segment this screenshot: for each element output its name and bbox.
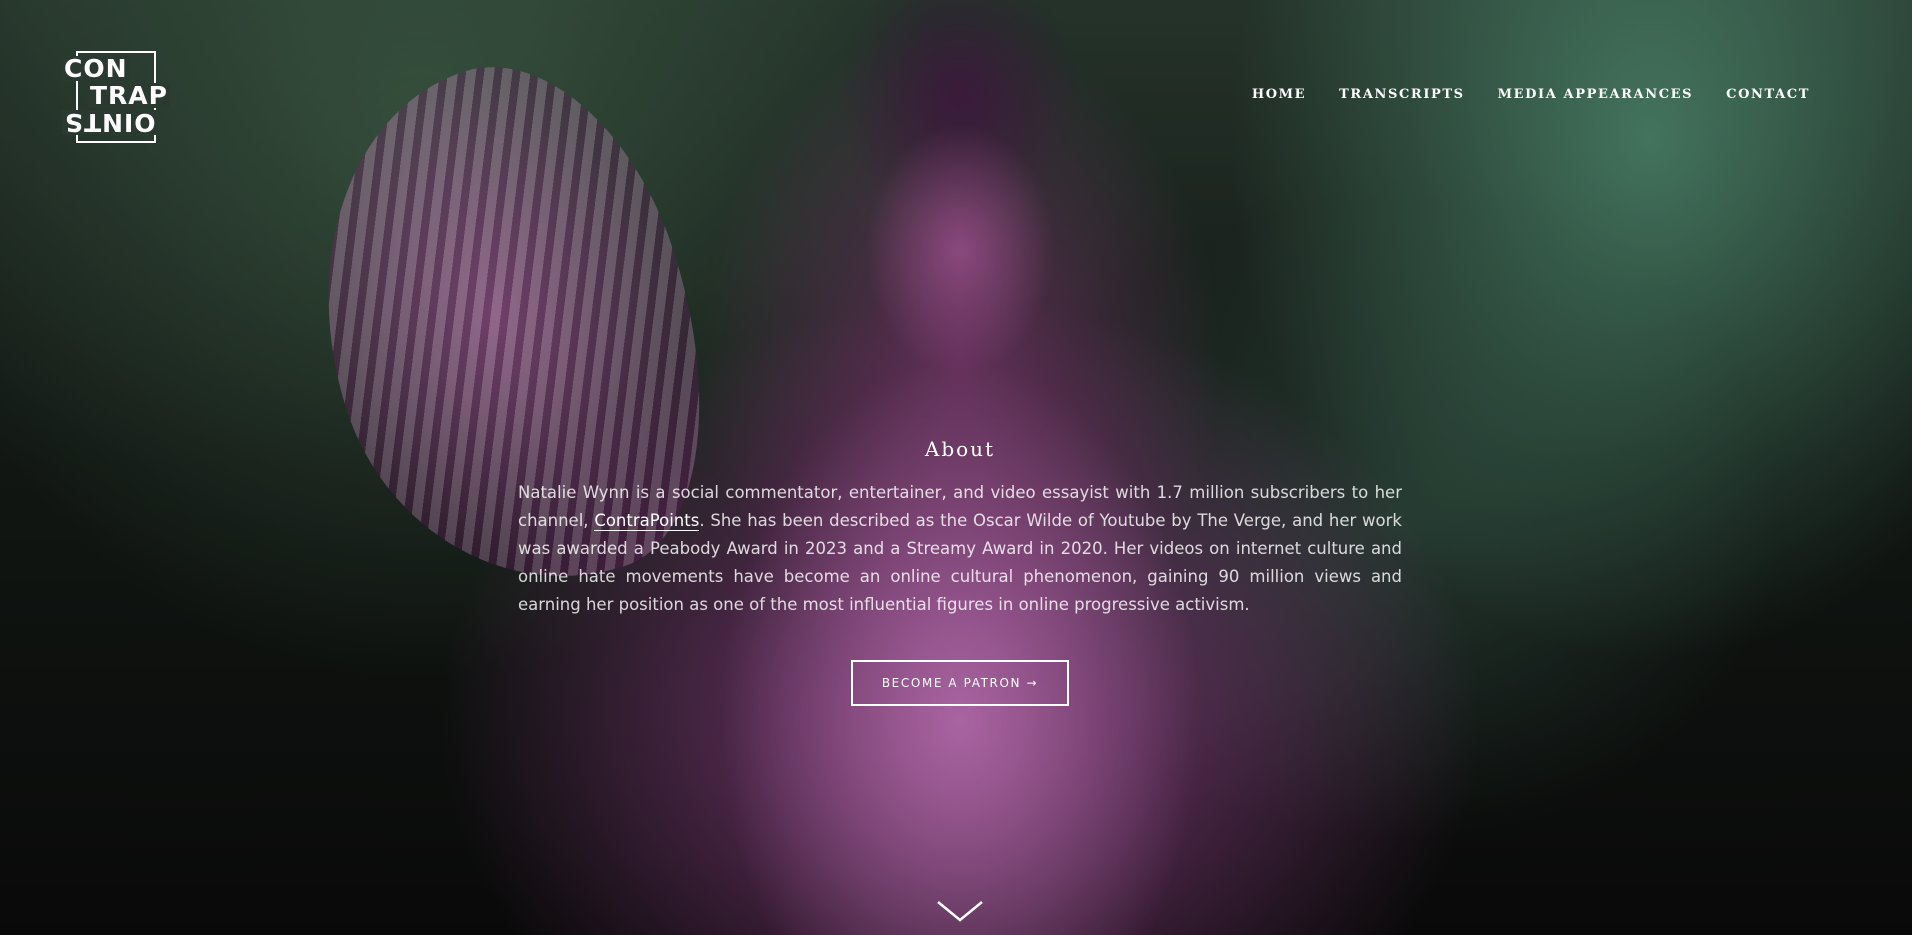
about-title: About (924, 437, 996, 461)
about-section: About Natalie Wynn is a social commentat… (518, 437, 1402, 619)
nav-home[interactable]: HOME (1252, 87, 1306, 102)
chevron-down-icon[interactable] (936, 900, 984, 924)
logo-line-1: CON (62, 54, 130, 83)
main-nav: HOME TRANSCRIPTS MEDIA APPEARANCES CONTA… (1252, 87, 1810, 102)
nav-transcripts[interactable]: TRANSCRIPTS (1339, 87, 1465, 102)
logo-line-3: OINTS (62, 108, 158, 137)
nav-media-appearances[interactable]: MEDIA APPEARANCES (1498, 87, 1694, 102)
become-patron-button[interactable]: BECOME A PATRON → (851, 660, 1069, 706)
site-logo[interactable]: CON TRAP OINTS (60, 48, 178, 144)
contrapoints-link[interactable]: ContraPoints (594, 511, 700, 531)
logo-line-2: TRAP (88, 81, 170, 110)
nav-contact[interactable]: CONTACT (1726, 87, 1810, 102)
about-text: Natalie Wynn is a social commentator, en… (518, 479, 1402, 619)
